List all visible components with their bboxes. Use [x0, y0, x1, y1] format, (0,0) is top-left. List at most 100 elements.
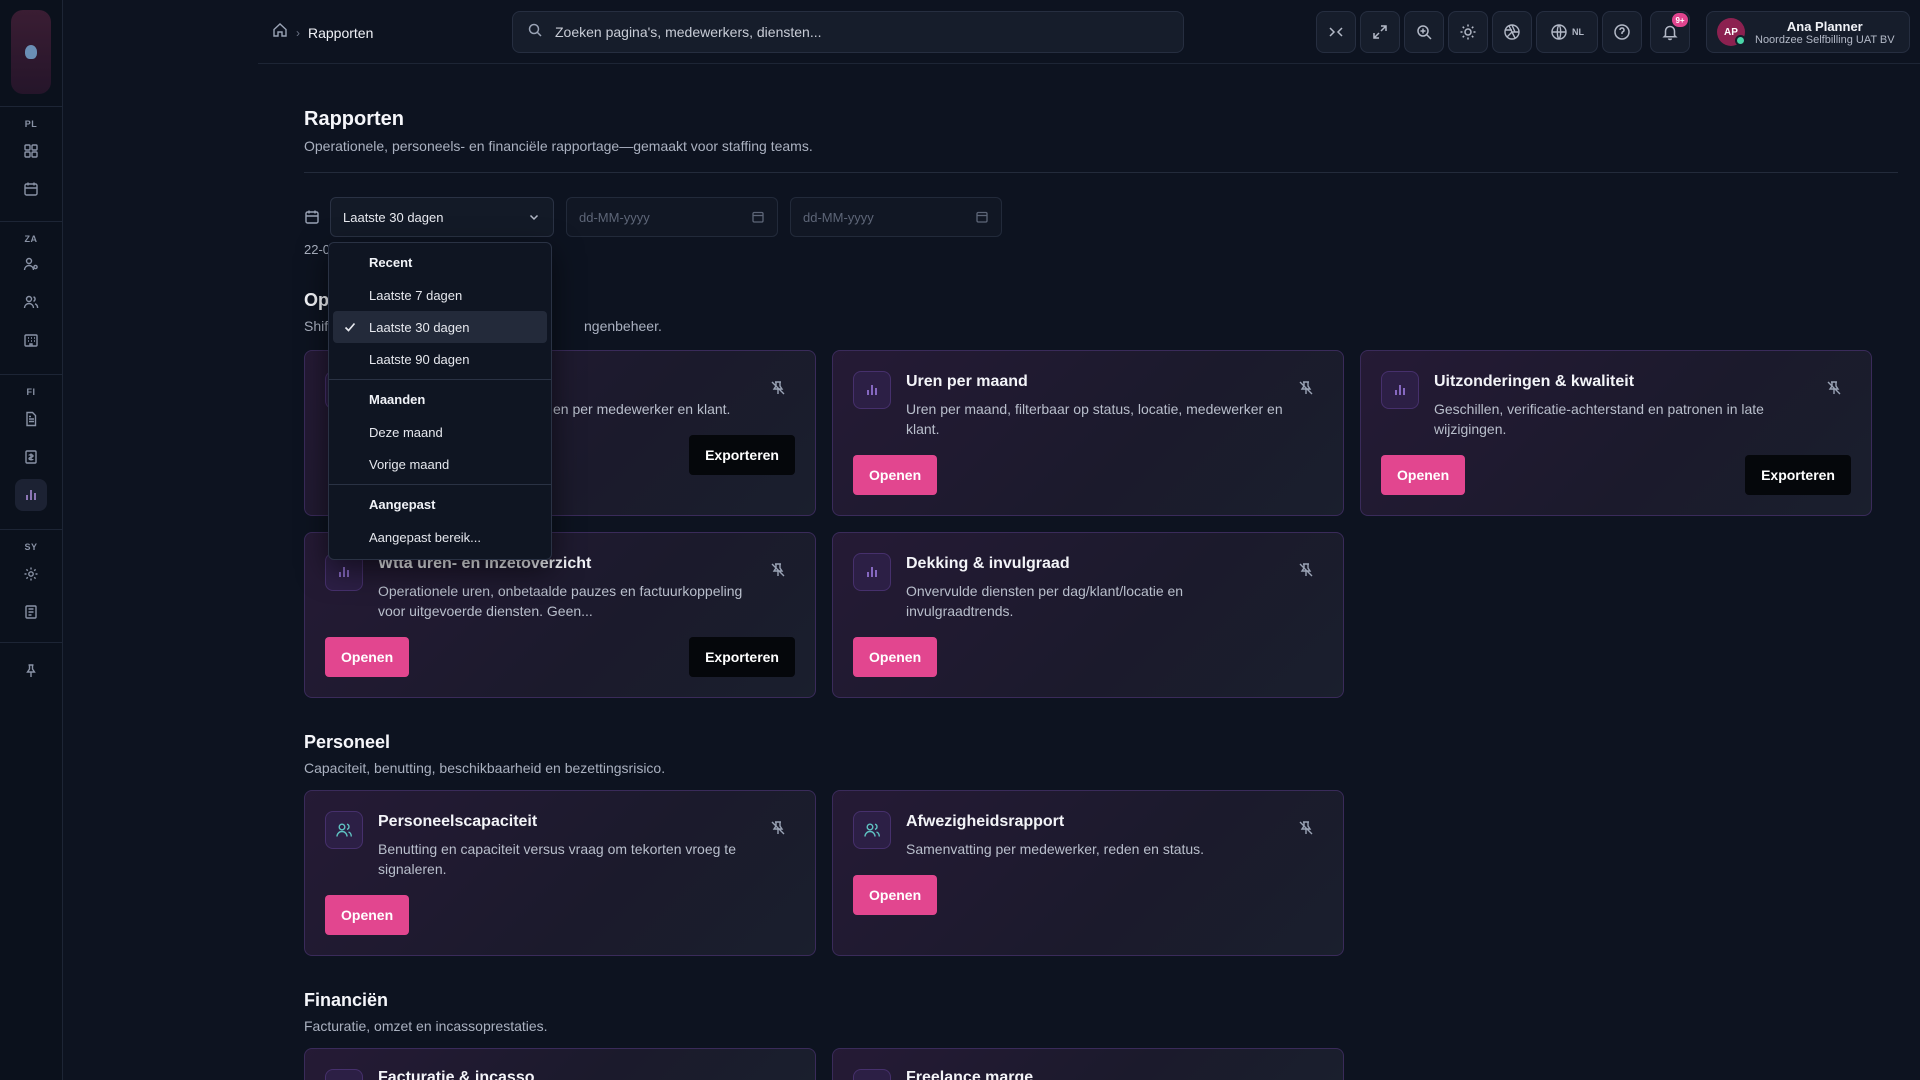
section-personnel-subtitle: Capaciteit, benutting, beschikbaarheid e…	[304, 760, 666, 776]
export-button[interactable]: Exporteren	[1745, 455, 1851, 495]
unpin-icon[interactable]	[1825, 379, 1843, 397]
report-card-personnel-capacity: Personeelscapaciteit Benutting en capaci…	[304, 790, 816, 956]
notifications-button[interactable]: 9+	[1650, 11, 1690, 53]
unpin-icon[interactable]	[769, 561, 787, 579]
section-operational-subtitle-left: Shif	[304, 318, 329, 334]
invoice-icon[interactable]	[15, 441, 47, 473]
user-organization: Noordzee Selfbilling UAT BV	[1755, 33, 1895, 46]
option-last-90-days[interactable]: Laatste 90 dagen	[333, 343, 547, 375]
dashboard-grid-icon[interactable]	[15, 135, 47, 167]
zoom-in-icon	[1417, 25, 1432, 40]
option-previous-month[interactable]: Vorige maand	[333, 448, 547, 480]
expand-icon	[1373, 25, 1387, 39]
card-description: Onvervulde diensten per dag/klant/locati…	[906, 583, 1184, 619]
calendar-icon	[304, 209, 320, 225]
card-description: Benutting en capaciteit versus vraag om …	[378, 841, 736, 877]
option-label: Laatste 30 dagen	[369, 319, 470, 335]
users-icon[interactable]	[15, 286, 47, 318]
pin-icon[interactable]	[15, 655, 47, 687]
calendar-icon	[976, 211, 988, 223]
home-icon[interactable]	[272, 22, 288, 43]
open-button[interactable]: Openen	[325, 637, 410, 677]
bar-chart-icon	[339, 567, 349, 577]
card-icon	[853, 1069, 891, 1080]
collapse-sidebar-button[interactable]	[1316, 11, 1356, 53]
option-last-30-days[interactable]: Laatste 30 dagen	[333, 311, 547, 343]
card-description: Uren per maand, filterbaar op status, lo…	[906, 401, 1283, 437]
help-button[interactable]	[1602, 11, 1642, 53]
bar-chart-icon	[867, 567, 877, 577]
option-custom-range[interactable]: Aangepast bereik...	[333, 521, 547, 553]
sun-icon	[1460, 24, 1476, 40]
globe-icon	[1551, 24, 1567, 40]
logo-mark-icon	[25, 45, 37, 59]
unpin-icon[interactable]	[1297, 819, 1315, 837]
open-button[interactable]: Openen	[853, 875, 938, 915]
export-button[interactable]: Exporteren	[689, 637, 795, 677]
document-icon[interactable]	[15, 403, 47, 435]
card-description: Samenvatting per medewerker, reden en st…	[906, 841, 1205, 857]
language-button[interactable]: NL	[1536, 11, 1598, 53]
appearance-button[interactable]	[1492, 11, 1532, 53]
period-select[interactable]: Laatste 30 dagen	[330, 197, 554, 237]
rail-section-sy: SY	[0, 529, 62, 552]
dropdown-separator	[329, 379, 551, 380]
unpin-icon[interactable]	[1297, 561, 1315, 579]
building-icon[interactable]	[15, 324, 47, 356]
unpin-icon[interactable]	[769, 379, 787, 397]
card-icon	[325, 1069, 363, 1080]
sidebar-rail: PL ZA FI SY	[0, 0, 63, 1080]
option-this-month[interactable]: Deze maand	[333, 416, 547, 448]
card-title: Personeelscapaciteit	[378, 813, 538, 830]
report-card-hours-per-month: Uren per maand Uren per maand, filterbaa…	[832, 350, 1344, 516]
gear-icon[interactable]	[15, 558, 47, 590]
users-icon	[864, 823, 880, 837]
app-logo[interactable]	[11, 10, 51, 94]
card-title: Freelance marge	[906, 1069, 1034, 1080]
language-code: NL	[1572, 27, 1584, 37]
dropdown-group-months: Maanden	[369, 392, 426, 407]
card-title: Facturatie & incasso	[378, 1069, 535, 1080]
collapse-arrows-icon	[1329, 27, 1343, 37]
bar-chart-icon	[867, 385, 877, 395]
theme-toggle-button[interactable]	[1448, 11, 1488, 53]
open-button[interactable]: Openen	[853, 455, 938, 495]
card-description: en per medewerker en klant.	[553, 401, 731, 417]
date-range-note: 22-0	[304, 242, 328, 257]
rail-section-fi: FI	[0, 374, 62, 397]
date-from-input[interactable]: dd-MM-yyyy	[566, 197, 778, 237]
reports-chart-icon[interactable]	[15, 479, 47, 511]
report-card-freelance-margin: Freelance marge	[832, 1048, 1344, 1080]
top-bar: › Rapporten NL 9+ AP Ana Planner Noordze…	[258, 0, 1920, 64]
page-subtitle: Operationele, personeels- en financiële …	[304, 138, 813, 154]
unpin-icon[interactable]	[1297, 379, 1315, 397]
report-card-exceptions-quality: Uitzonderingen & kwaliteit Geschillen, v…	[1360, 350, 1872, 516]
section-operational-subtitle-right: ngenbeheer.	[584, 318, 662, 334]
date-filter-row: Laatste 30 dagen dd-MM-yyyy dd-MM-yyyy	[304, 197, 1002, 237]
export-button[interactable]: Exporteren	[689, 435, 795, 475]
card-icon	[853, 553, 891, 591]
dropdown-group-recent: Recent	[369, 255, 413, 270]
date-to-input[interactable]: dd-MM-yyyy	[790, 197, 1002, 237]
option-last-7-days[interactable]: Laatste 7 dagen	[333, 279, 547, 311]
user-settings-icon[interactable]	[15, 248, 47, 280]
open-button[interactable]: Openen	[325, 895, 410, 935]
audit-log-icon[interactable]	[15, 596, 47, 628]
section-finance-title: Financiën	[304, 990, 389, 1010]
global-search[interactable]	[512, 11, 1184, 53]
open-button[interactable]: Openen	[1381, 455, 1466, 495]
search-input[interactable]	[555, 24, 1155, 40]
unpin-icon[interactable]	[769, 819, 787, 837]
fullscreen-button[interactable]	[1360, 11, 1400, 53]
divider	[304, 172, 1898, 173]
rail-section-pl: PL	[0, 106, 62, 129]
period-select-value: Laatste 30 dagen	[343, 209, 444, 225]
card-icon	[853, 371, 891, 409]
users-icon	[336, 823, 352, 837]
aperture-icon	[1504, 24, 1520, 40]
zoom-button[interactable]	[1404, 11, 1444, 53]
help-circle-icon	[1614, 24, 1630, 40]
open-button[interactable]: Openen	[853, 637, 938, 677]
calendar-icon[interactable]	[15, 173, 47, 205]
user-menu[interactable]: AP Ana Planner Noordzee Selfbilling UAT …	[1706, 11, 1910, 53]
